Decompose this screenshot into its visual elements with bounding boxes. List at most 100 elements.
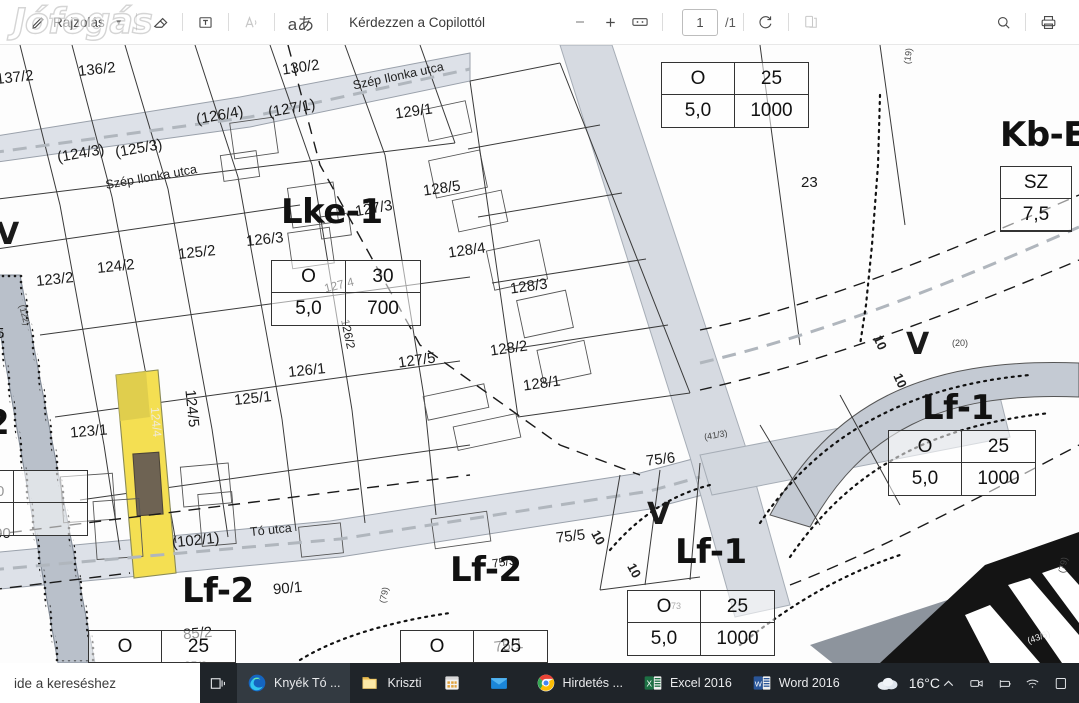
zone-build-mode: O xyxy=(889,431,962,463)
parcel-label: 23 xyxy=(801,174,818,191)
taskbar-item-folder[interactable]: Kriszti xyxy=(350,663,431,703)
search-icon xyxy=(997,16,1010,29)
zone-label-lf2-left: Lf-2 xyxy=(182,571,254,611)
rotate-button[interactable] xyxy=(751,8,781,36)
divider xyxy=(181,13,183,31)
copilot-button[interactable]: Kérdezzen a Copilottól xyxy=(349,15,485,30)
zone-max-ratio: 25 xyxy=(474,631,547,663)
print-icon xyxy=(1041,15,1055,29)
zone-min-lot: 1000 xyxy=(750,100,793,121)
chrome-icon xyxy=(537,674,554,692)
task-view-button[interactable] xyxy=(200,663,237,703)
translate-button[interactable]: aあ xyxy=(282,7,320,37)
notification-icon[interactable] xyxy=(1052,675,1069,692)
divider xyxy=(742,13,744,31)
pen-icon xyxy=(32,16,44,29)
read-aloud-icon xyxy=(245,15,257,27)
zone-max-ratio: 25 xyxy=(962,431,1035,463)
zone-max-ratio: 25 xyxy=(162,631,235,663)
weather-temperature: 16°C xyxy=(908,675,940,691)
camera-icon[interactable] xyxy=(968,675,985,692)
zone-min-height: 5,0 xyxy=(628,623,701,655)
windows-taskbar: ide a kereséshez Knyék Tó ... Kriszti Hi… xyxy=(0,663,1079,703)
toolbar-right-group xyxy=(988,8,1079,36)
zone-label-lke1: Lke-1 xyxy=(281,192,383,232)
zone-table-lke1: O 30 5,0 700 xyxy=(271,260,421,326)
store-icon xyxy=(444,676,459,690)
search-button[interactable] xyxy=(988,8,1018,36)
taskbar-item-mail[interactable] xyxy=(479,663,526,703)
svg-text:X: X xyxy=(646,678,652,688)
taskbar-search-input[interactable]: ide a kereséshez xyxy=(0,663,200,703)
parcel-label: 75/6 xyxy=(645,449,677,470)
text-tool-button[interactable] xyxy=(190,7,221,37)
zone-min-height: 5,0 xyxy=(272,293,346,325)
divider xyxy=(662,13,664,31)
eraser-icon xyxy=(153,17,168,28)
taskbar-item-chrome[interactable]: Hirdetés ... xyxy=(526,663,633,703)
read-aloud-button[interactable] xyxy=(236,7,267,37)
taskbar-weather[interactable]: 16°C xyxy=(876,674,940,692)
zone-max-ratio: 25 xyxy=(735,63,808,95)
zone-label-kbe: Kb-E xyxy=(1000,115,1079,155)
battery-icon[interactable] xyxy=(996,675,1013,692)
zoom-out-button[interactable] xyxy=(565,8,595,36)
svg-text:W: W xyxy=(755,679,763,688)
water-label-v: V xyxy=(647,497,671,532)
draw-button[interactable]: Rajzolás ▼ xyxy=(28,7,129,37)
zone-build-mode: O xyxy=(662,63,735,95)
word-icon: W xyxy=(753,676,771,690)
parcel-label: 2 xyxy=(0,403,10,443)
excel-icon: X xyxy=(644,676,662,690)
zone-max-ratio: 25 xyxy=(701,591,774,623)
taskbar-item-edge[interactable]: Knyék Tó ... xyxy=(237,663,351,703)
taskbar-item-word[interactable]: W Word 2016 xyxy=(742,663,850,703)
pdf-page-map[interactable]: 137/2 136/2 130/2 Szép Ilonka utca (126/… xyxy=(0,45,1079,663)
zone-label-lf1-mid: Lf-1 xyxy=(675,532,747,572)
zone-build-mode: O xyxy=(89,631,162,663)
zone-min-lot: 700 xyxy=(367,298,399,319)
water-label-v: V xyxy=(0,217,20,252)
zone-table-kbe: SZ 7,5 xyxy=(1000,166,1072,232)
taskbar-item-label: Knyék Tó ... xyxy=(274,676,341,690)
pdf-viewer-toolbar: Rajzolás ▼ aあ Kérdezzen a Copilottól 1 /… xyxy=(0,0,1079,45)
zone-table-lf2-left: O 25 xyxy=(88,630,236,663)
draw-label: Rajzolás xyxy=(53,14,105,30)
fit-page-button[interactable] xyxy=(625,8,655,36)
page-layout-button[interactable] xyxy=(796,8,826,36)
chevron-down-icon[interactable]: ▼ xyxy=(115,18,123,27)
wifi-icon[interactable] xyxy=(1024,675,1041,692)
page-total-label: /1 xyxy=(725,14,736,30)
parcel-label: 5 xyxy=(0,325,5,342)
edge-icon xyxy=(248,674,266,692)
taskbar-item-excel[interactable]: X Excel 2016 xyxy=(633,663,742,703)
toolbar-center-group: 1 /1 xyxy=(565,8,826,36)
zoom-in-button[interactable] xyxy=(595,8,625,36)
divider xyxy=(327,13,329,31)
divider xyxy=(227,13,229,31)
zone-min-lot: 1000 xyxy=(977,468,1020,489)
parcel-label: 123/1 xyxy=(69,421,109,442)
page-number-input[interactable]: 1 xyxy=(682,8,719,36)
parcel-label: 75/5 xyxy=(555,526,587,547)
rotate-icon xyxy=(759,15,772,28)
mail-icon xyxy=(490,678,507,689)
zone-table-left-edge xyxy=(0,470,88,536)
eraser-button[interactable] xyxy=(144,7,175,37)
print-button[interactable] xyxy=(1033,8,1063,36)
system-tray xyxy=(940,675,1079,692)
zone-min-lot: 1000 xyxy=(716,628,759,649)
zone-table-lf1-mid: O 25 5,0 1000 xyxy=(627,590,775,656)
divider xyxy=(787,13,789,31)
zone-label-lf1-right: Lf-1 xyxy=(922,388,994,428)
parcel-label: 90/1 xyxy=(272,578,303,599)
zone-table-top-right: O 25 5,0 1000 xyxy=(661,62,809,128)
taskbar-item-label: Word 2016 xyxy=(778,676,840,690)
divider xyxy=(135,13,137,31)
chevron-up-icon[interactable] xyxy=(940,675,957,692)
highlighted-parcel-label: 124/4 xyxy=(147,406,165,438)
taskbar-item-label: Kriszti xyxy=(387,676,422,690)
toolbar-left-group: Rajzolás ▼ aあ Kérdezzen a Copilottól xyxy=(0,7,485,37)
taskbar-item-store[interactable] xyxy=(432,663,479,703)
taskbar-item-label: Hirdetés ... xyxy=(562,676,623,690)
